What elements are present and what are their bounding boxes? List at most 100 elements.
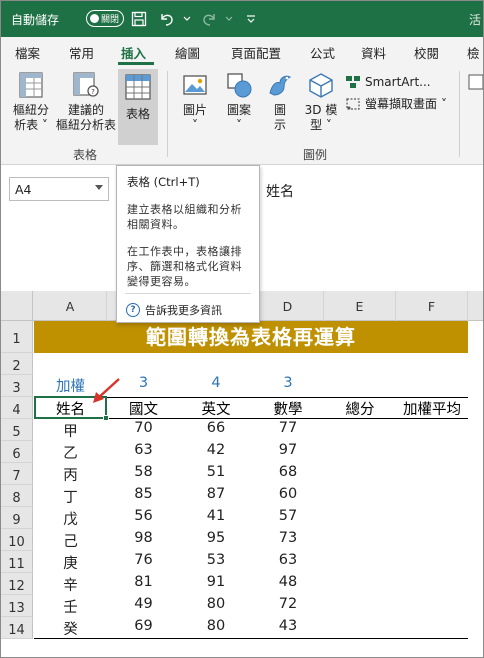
3d-models-button[interactable]: 3D 模 型 ˅ (301, 71, 341, 143)
select-all-corner[interactable] (1, 291, 33, 321)
data-cell-chinese[interactable]: 98 (107, 530, 180, 546)
data-cell-chinese[interactable]: 85 (107, 486, 180, 502)
group-separator (167, 71, 168, 157)
screenshot-button[interactable]: 螢幕擷取畫面 ˅ (345, 95, 447, 113)
data-cell-math[interactable]: 63 (252, 552, 324, 568)
header-english-cell[interactable]: 英文 (180, 398, 252, 419)
data-cell-chinese[interactable]: 49 (107, 596, 180, 612)
data-cell-math[interactable]: 57 (252, 508, 324, 524)
save-icon[interactable] (127, 7, 151, 31)
data-cell-chinese[interactable]: 58 (107, 464, 180, 480)
header-total-cell[interactable]: 總分 (324, 398, 396, 419)
data-cell-name[interactable]: 辛 (34, 574, 107, 595)
recommended-pivot-button[interactable]: ? 建議的 樞紐分析表 (55, 71, 117, 143)
row-header[interactable]: 3 (1, 375, 33, 397)
row-header[interactable]: 1 (1, 321, 33, 353)
undo-dropdown-icon[interactable] (175, 7, 199, 31)
data-cell-math[interactable]: 60 (252, 486, 324, 502)
data-cell-chinese[interactable]: 76 (107, 552, 180, 568)
autosave-toggle[interactable]: 關閉 (86, 10, 124, 27)
row-header[interactable]: 6 (1, 441, 33, 463)
formula-input[interactable]: 姓名 (266, 181, 294, 201)
data-cell-name[interactable]: 丁 (34, 486, 107, 507)
row-header[interactable]: 9 (1, 507, 33, 529)
weight-math-cell[interactable]: 3 (252, 375, 324, 391)
column-header-a[interactable]: A (34, 291, 107, 321)
row-header[interactable]: 10 (1, 529, 33, 551)
fill-handle[interactable] (103, 415, 109, 421)
tab-data[interactable]: 資料 (361, 43, 386, 62)
column-header-f[interactable]: F (396, 291, 468, 321)
pivot-table-button[interactable]: 樞紐分 析表 ˅ (9, 71, 53, 143)
worksheet-grid[interactable]: A B C D E F 1234567891011121314 範圍轉換為表格再… (1, 291, 483, 657)
data-cell-name[interactable]: 甲 (34, 420, 107, 441)
data-cell-math[interactable]: 97 (252, 442, 324, 458)
tell-me-more-link[interactable]: ? 告訴我更多資訊 (126, 302, 222, 318)
data-cell-math[interactable]: 72 (252, 596, 324, 612)
customize-toolbar-icon[interactable] (239, 7, 263, 31)
data-cell-name[interactable]: 己 (34, 530, 107, 551)
row-header[interactable]: 8 (1, 485, 33, 507)
data-cell-math[interactable]: 48 (252, 574, 324, 590)
data-cell-name[interactable]: 戊 (34, 508, 107, 529)
name-box-dropdown-icon[interactable] (95, 185, 103, 190)
data-cell-english[interactable]: 53 (180, 552, 252, 568)
row-header[interactable]: 5 (1, 419, 33, 441)
data-cell-name[interactable]: 癸 (34, 618, 107, 639)
tab-page-layout[interactable]: 頁面配置 (231, 43, 281, 62)
tab-review[interactable]: 校閱 (414, 43, 439, 62)
data-cell-math[interactable]: 68 (252, 464, 324, 480)
data-cell-english[interactable]: 51 (180, 464, 252, 480)
data-cell-chinese[interactable]: 69 (107, 618, 180, 634)
tab-draw[interactable]: 繪圖 (175, 43, 200, 62)
data-cell-english[interactable]: 66 (180, 420, 252, 436)
data-cell-english[interactable]: 80 (180, 596, 252, 612)
redo-dropdown-icon[interactable] (217, 7, 241, 31)
data-cell-name[interactable]: 乙 (34, 442, 107, 463)
data-cell-chinese[interactable]: 81 (107, 574, 180, 590)
data-cell-english[interactable]: 87 (180, 486, 252, 502)
tooltip-description-1: 建立表格以組織和分析相關資料。 (127, 203, 242, 231)
data-cell-chinese[interactable]: 63 (107, 442, 180, 458)
column-header-e[interactable]: E (324, 291, 396, 321)
data-cell-name[interactable]: 壬 (34, 596, 107, 617)
row-header[interactable]: 4 (1, 397, 33, 419)
smartart-button[interactable]: SmartArt... (345, 73, 431, 91)
header-math-cell[interactable]: 數學 (252, 398, 324, 419)
data-cell-english[interactable]: 80 (180, 618, 252, 634)
row-header[interactable]: 12 (1, 573, 33, 595)
data-cell-english[interactable]: 41 (180, 508, 252, 524)
row-header[interactable]: 13 (1, 595, 33, 617)
data-cell-math[interactable]: 73 (252, 530, 324, 546)
row-header[interactable]: 11 (1, 551, 33, 573)
data-cell-name[interactable]: 丙 (34, 464, 107, 485)
table-button[interactable]: 表格 (118, 69, 158, 145)
row-header[interactable]: 7 (1, 463, 33, 485)
pivot-table-label-1: 樞紐分 (12, 103, 49, 117)
data-cell-english[interactable]: 95 (180, 530, 252, 546)
tab-home[interactable]: 常用 (69, 43, 94, 62)
column-header-d[interactable]: D (252, 291, 324, 321)
data-cell-english[interactable]: 42 (180, 442, 252, 458)
autosave-label: 自動儲存 (11, 13, 60, 27)
icons-button[interactable]: 圖 示 (263, 71, 297, 143)
data-cell-name[interactable]: 庚 (34, 552, 107, 573)
header-weighted-avg-cell[interactable]: 加權平均 (396, 398, 468, 419)
data-cell-chinese[interactable]: 70 (107, 420, 180, 436)
pictures-button[interactable]: 圖片 ˅ (175, 71, 215, 143)
row-header[interactable]: 2 (1, 353, 33, 375)
data-cell-math[interactable]: 77 (252, 420, 324, 436)
tab-insert[interactable]: 插入 (121, 43, 146, 62)
weight-english-cell[interactable]: 4 (180, 375, 252, 391)
shapes-button[interactable]: 圖案 ˅ (219, 71, 259, 143)
tab-formulas[interactable]: 公式 (310, 43, 335, 62)
sheet-title-banner[interactable]: 範圍轉換為表格再運算 (34, 321, 468, 353)
next-group-button[interactable] (465, 73, 483, 113)
row-header[interactable]: 14 (1, 617, 33, 639)
tab-view-partial[interactable]: 檢 (467, 43, 480, 62)
data-cell-english[interactable]: 91 (180, 574, 252, 590)
tab-file[interactable]: 檔案 (15, 43, 40, 62)
data-cell-chinese[interactable]: 56 (107, 508, 180, 524)
name-box[interactable]: A4 (9, 177, 109, 201)
data-cell-math[interactable]: 43 (252, 618, 324, 634)
